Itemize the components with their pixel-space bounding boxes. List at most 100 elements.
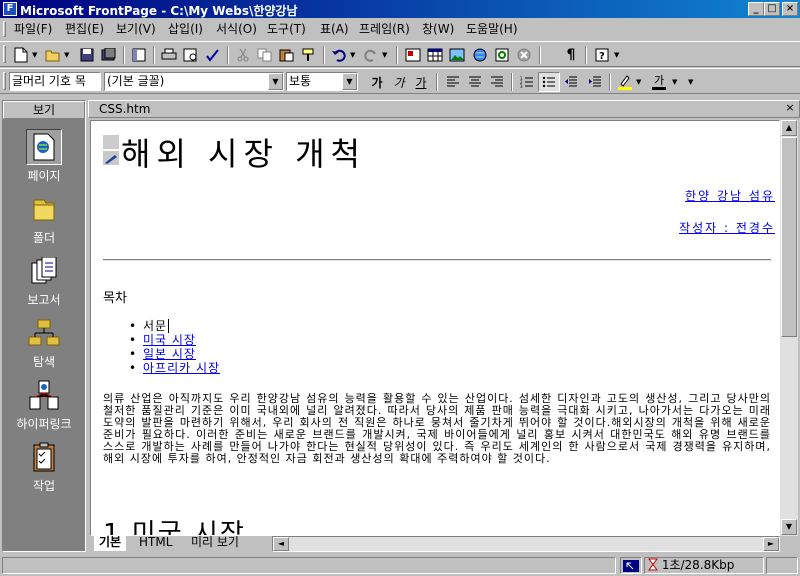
menu-edit[interactable]: 편집(E) (63, 21, 106, 37)
document-filename: CSS.htm (99, 102, 151, 116)
new-dropdown-icon[interactable]: ▼ (32, 51, 37, 59)
vertical-scroll-thumb[interactable] (781, 137, 797, 337)
bold-button[interactable]: 가 (366, 72, 388, 92)
view-reports-label: 보고서 (27, 293, 61, 307)
toc-item-africa-market[interactable]: 아프리카 시장 (129, 361, 220, 375)
stop-icon[interactable] (514, 45, 536, 65)
toolbar-options-icon[interactable]: ▼ (688, 78, 693, 86)
view-tasks[interactable]: 작업 (3, 439, 85, 494)
help-dropdown-icon[interactable]: ▼ (614, 51, 619, 59)
font-color-glyph: 가 (653, 73, 665, 87)
increase-indent-icon[interactable] (584, 72, 606, 92)
cut-icon[interactable] (232, 45, 254, 65)
highlight-dropdown-icon[interactable]: ▼ (636, 78, 641, 86)
paste-icon[interactable] (276, 45, 298, 65)
refresh-icon[interactable] (492, 45, 514, 65)
view-navigation[interactable]: 탐색 (3, 315, 85, 370)
insert-component-icon[interactable] (402, 45, 424, 65)
page-heading-text: 해외 시장 개척 (121, 135, 366, 173)
font-select-value: (기본 글꼴) (107, 74, 165, 88)
decrease-indent-icon[interactable] (560, 72, 582, 92)
font-color-dropdown-icon[interactable]: ▼ (672, 78, 677, 86)
spelling-icon[interactable] (202, 45, 224, 65)
menu-help[interactable]: 도움말(H) (464, 21, 520, 37)
menu-window[interactable]: 창(W) (420, 21, 456, 37)
menu-table[interactable]: 표(A) (318, 21, 351, 37)
font-size-select[interactable]: 보통 ▼ (286, 72, 358, 91)
align-center-icon[interactable] (464, 72, 486, 92)
toolbar-grip[interactable] (3, 72, 6, 90)
style-select[interactable]: 글머리 기호 목 (9, 72, 101, 91)
font-size-value: 보통 (289, 74, 312, 88)
menu-file[interactable]: 파일(F) (12, 21, 54, 37)
numbered-list-icon[interactable]: 123 (516, 72, 538, 92)
menu-format[interactable]: 서식(O) (214, 21, 259, 37)
svg-text:?: ? (599, 51, 605, 62)
publish-web-icon[interactable] (98, 45, 120, 65)
tab-normal[interactable]: 기본 (94, 536, 127, 551)
hyperlink-globe-icon[interactable] (470, 45, 492, 65)
view-page[interactable]: 페이지 (3, 129, 85, 184)
new-page-icon[interactable] (10, 45, 32, 65)
horizontal-scrollbar[interactable]: ◄ ► (272, 536, 780, 552)
italic-button[interactable]: 가 (388, 72, 410, 92)
vertical-scrollbar[interactable]: ▲ ▼ (780, 120, 798, 536)
bulleted-list-icon[interactable] (538, 72, 560, 92)
document-tab[interactable]: CSS.htm × (88, 100, 800, 118)
view-reports[interactable]: 보고서 (3, 253, 85, 308)
menu-insert[interactable]: 삽입(I) (166, 21, 205, 37)
preview-in-browser-icon[interactable] (180, 45, 202, 65)
document-close-icon[interactable]: × (783, 102, 797, 116)
view-folders[interactable]: 폴더 (3, 191, 85, 246)
scroll-left-icon[interactable]: ◄ (273, 537, 289, 551)
save-icon[interactable] (76, 45, 98, 65)
menu-grip[interactable] (3, 21, 6, 37)
undo-dropdown-icon[interactable]: ▼ (350, 51, 355, 59)
scroll-right-icon[interactable]: ► (763, 537, 779, 551)
folder-list-icon[interactable] (128, 45, 150, 65)
menu-view[interactable]: 보기(V) (114, 21, 158, 37)
view-hyperlinks[interactable]: 하이퍼링크 (3, 377, 85, 432)
print-icon[interactable] (158, 45, 180, 65)
download-time-panel: 1초/28.8Kbp (644, 557, 764, 574)
copy-icon[interactable] (254, 45, 276, 65)
align-left-icon[interactable] (442, 72, 464, 92)
close-button[interactable]: × (782, 2, 798, 16)
author-link[interactable]: 작성자 : 전경수 (679, 219, 775, 236)
help-icon[interactable]: ? (592, 45, 614, 65)
page-editor[interactable]: 해외 시장 개척 한양 강남 섬유 작성자 : 전경수 목차 서문 미국 시장 … (90, 120, 780, 536)
redo-icon[interactable] (360, 45, 382, 65)
undo-icon[interactable] (328, 45, 350, 65)
menu-frame[interactable]: 프레임(R) (357, 21, 412, 37)
font-color-swatch (652, 86, 666, 90)
font-color-button[interactable]: 가 (648, 72, 670, 92)
minimize-button[interactable]: _ (748, 2, 764, 16)
redo-dropdown-icon[interactable]: ▼ (382, 51, 387, 59)
font-select[interactable]: (기본 글꼴) ▼ (104, 72, 284, 91)
format-painter-icon[interactable] (298, 45, 320, 65)
toolbar-grip[interactable] (3, 45, 6, 63)
chevron-down-icon[interactable]: ▼ (342, 73, 357, 90)
open-folder-icon[interactable] (42, 45, 64, 65)
insert-picture-icon[interactable] (446, 45, 468, 65)
maximize-button[interactable]: □ (764, 2, 780, 16)
company-link[interactable]: 한양 강남 섬유 (685, 187, 775, 204)
underline-button[interactable]: 가 (410, 72, 432, 92)
page-heading[interactable]: 해외 시장 개척 (103, 129, 366, 175)
menu-tools[interactable]: 도구(T) (265, 21, 308, 37)
align-right-icon[interactable] (486, 72, 508, 92)
open-dropdown-icon[interactable]: ▼ (64, 51, 69, 59)
tab-preview[interactable]: 미리 보기 (186, 536, 244, 551)
highlight-icon[interactable] (614, 72, 636, 92)
title-bar[interactable]: F Microsoft FrontPage - C:\My Webs\한양강남 … (0, 0, 800, 18)
insert-table-icon[interactable] (424, 45, 446, 65)
scroll-up-icon[interactable]: ▲ (781, 120, 797, 136)
toc-item-japan-market[interactable]: 일본 시장 (129, 347, 220, 361)
toc-item-usa-market[interactable]: 미국 시장 (129, 333, 220, 347)
frontpage-app-icon[interactable]: F (3, 2, 17, 16)
show-all-pilcrow-icon[interactable]: ¶ (560, 45, 582, 65)
chevron-down-icon[interactable]: ▼ (268, 73, 283, 90)
folder-icon (26, 191, 62, 227)
tab-html[interactable]: HTML (134, 536, 177, 551)
scroll-down-icon[interactable]: ▼ (781, 519, 797, 535)
